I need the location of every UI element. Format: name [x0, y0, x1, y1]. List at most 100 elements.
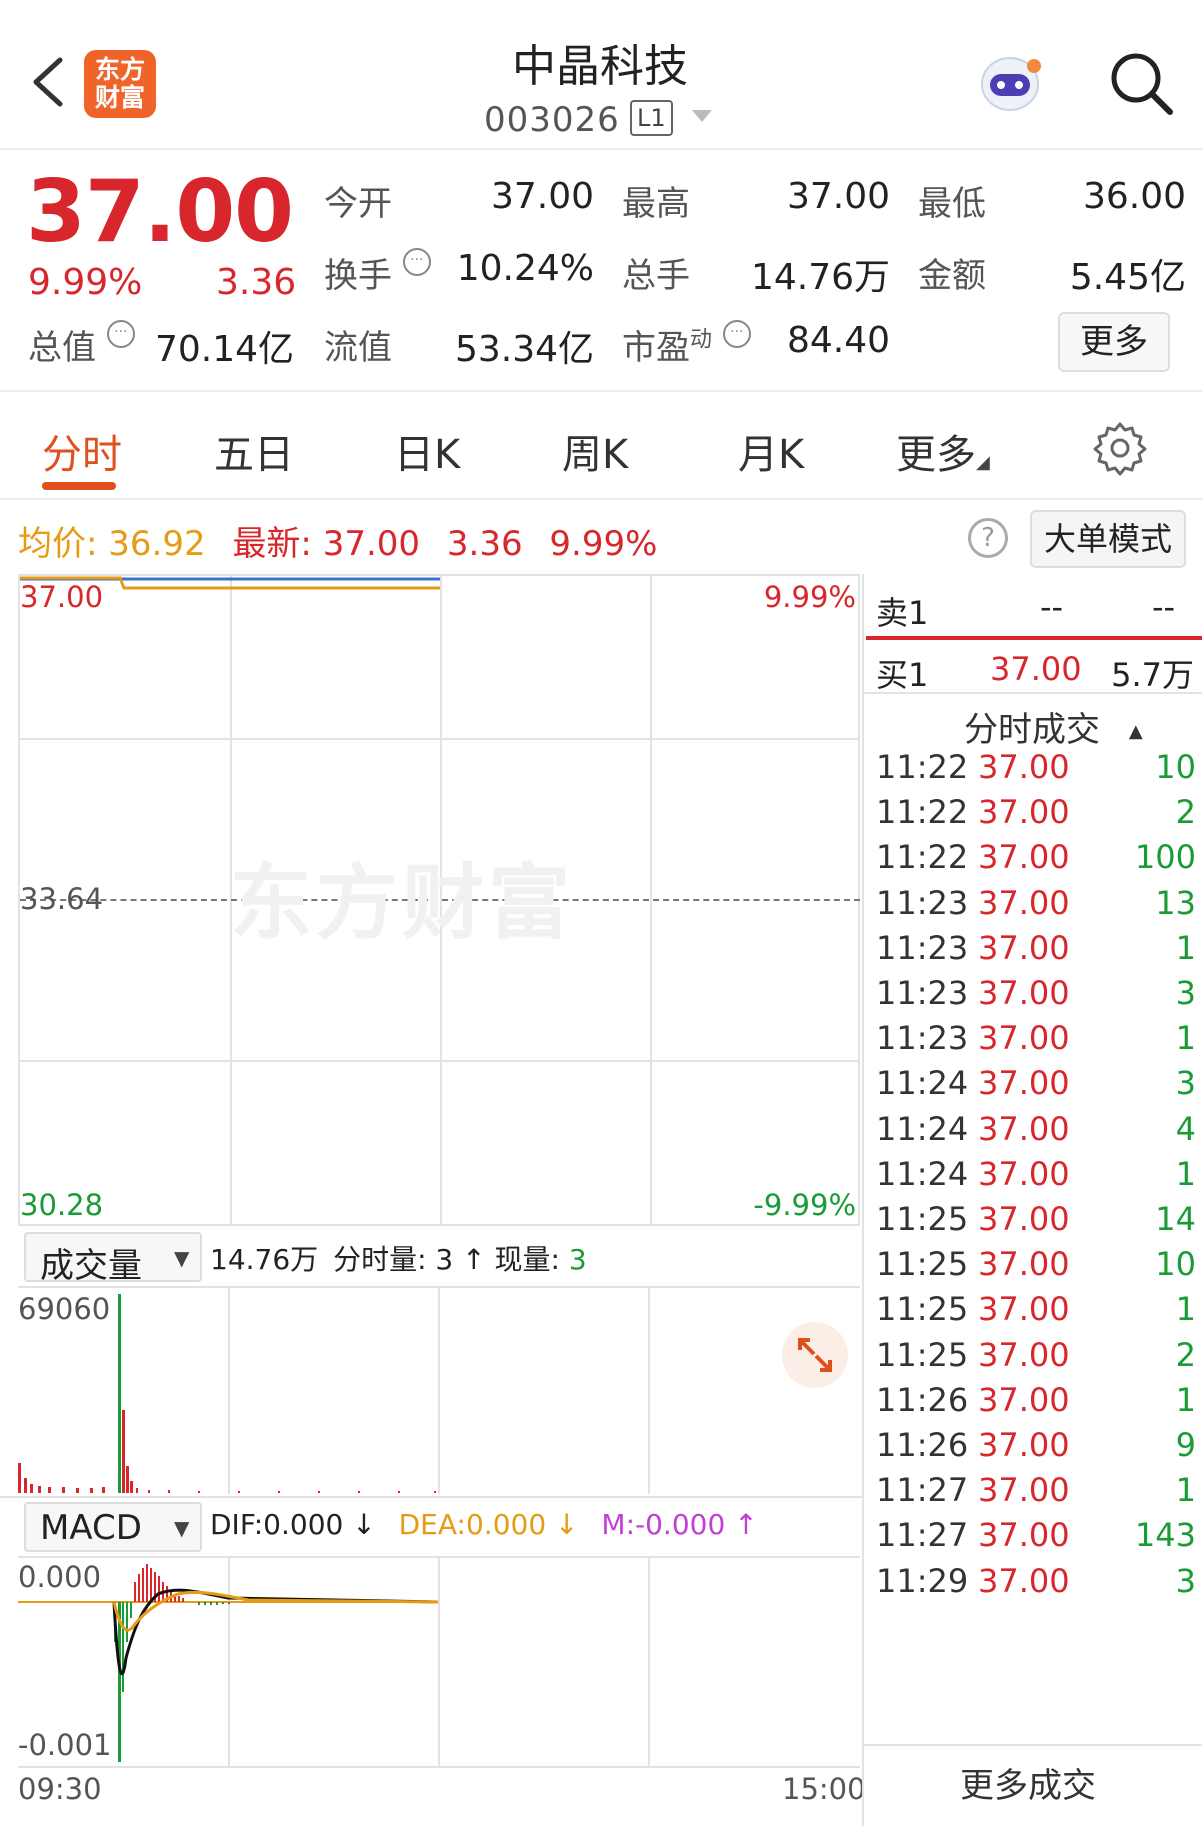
tick-time: 11:27: [876, 1471, 969, 1510]
tick-volume: 14: [1155, 1200, 1196, 1238]
tick-price: 37.00: [978, 1380, 1070, 1419]
macd-m: M:-0.000: [601, 1508, 726, 1541]
search-icon[interactable]: [1106, 48, 1176, 118]
tick-volume: 1: [1175, 1471, 1196, 1510]
volume-bar: [62, 1487, 65, 1493]
latest-value: 37.00: [322, 524, 421, 564]
spread-divider: [866, 636, 1202, 640]
tab-more[interactable]: 更多◢: [896, 422, 990, 480]
latest-label: 最新:: [232, 524, 312, 564]
big-order-mode-button[interactable]: 大单模式: [1030, 510, 1186, 568]
back-arrow-icon[interactable]: [22, 52, 82, 112]
volume-bar: [48, 1487, 51, 1493]
more-trades-button[interactable]: 更多成交: [960, 1758, 1096, 1807]
volume-bar: [30, 1484, 33, 1493]
tick-row: 11:25 37.00 1: [864, 1290, 1202, 1334]
volume-chart[interactable]: 69060: [18, 1286, 860, 1496]
down-arrow-icon: ↓: [352, 1508, 376, 1541]
order-book-panel: 卖1 -- -- 买1 37.00 5.7万 分时成交 ▲ 11:22 37.00…: [864, 574, 1202, 1826]
pe-dynamic-sup: 动: [690, 327, 713, 353]
divider: [0, 1496, 862, 1498]
tick-price: 37.00: [978, 1245, 1070, 1284]
macd-lines: [18, 1564, 439, 1762]
current-price: 37.00: [26, 162, 294, 262]
tick-row: 11:29 37.00 3: [864, 1562, 1202, 1606]
tick-time: 11:24: [876, 1154, 969, 1193]
avg-latest-line: 均价: 36.92 最新: 37.00 3.36 9.99%: [18, 516, 657, 565]
sell1-price: --: [1040, 588, 1064, 626]
ticks-header[interactable]: 分时成交 ▲: [964, 702, 1143, 751]
volume-bar: [118, 1294, 121, 1493]
tab-daily-k[interactable]: 日K: [394, 422, 460, 480]
y-axis-mid-price: 33.64: [20, 882, 104, 916]
tick-row: 11:24 37.00 1: [864, 1155, 1202, 1199]
volume-indicator-select[interactable]: 成交量 ▼: [24, 1232, 202, 1286]
down-arrow-icon: ↓: [555, 1508, 579, 1541]
y-axis-top-price: 37.00: [20, 580, 104, 614]
volume-select-label: 成交量: [40, 1246, 142, 1286]
quote-summary: 37.00 9.99% 3.36 今开 37.00 最高 37.00 最低 36…: [0, 152, 1202, 392]
y-axis-bottom-pct: -9.99%: [753, 1188, 856, 1222]
price-lines: [20, 576, 440, 590]
more-quote-button[interactable]: 更多: [1058, 312, 1170, 372]
tab-more-label: 更多: [896, 432, 976, 478]
tick-row: 11:27 37.00 143: [864, 1516, 1202, 1560]
volume-bar: [278, 1491, 280, 1493]
period-tabs: 分时 五日 日K 周K 月K 更多◢: [0, 400, 1202, 500]
tick-time: 11:22: [876, 748, 969, 786]
open-label: 今开: [324, 184, 392, 224]
expand-arrows-icon: [798, 1338, 832, 1372]
volume-bar: [122, 1410, 125, 1493]
volume-bar: [398, 1491, 400, 1493]
tick-volume: 1: [1175, 1290, 1196, 1329]
intraday-price-chart[interactable]: 东方财富 37.00 9.99% 33.64 30.28 -9.99%: [18, 574, 860, 1226]
tick-volume: 1: [1175, 928, 1196, 967]
tab-five-day[interactable]: 五日: [214, 422, 294, 480]
total-mv-label: 总值 ···: [28, 320, 135, 369]
macd-dif: DIF:0.000: [210, 1508, 344, 1541]
time-axis-end: 15:00: [782, 1772, 866, 1806]
ticks-header-label: 分时成交: [964, 710, 1100, 750]
tick-price: 37.00: [978, 883, 1070, 922]
fullscreen-expand-button[interactable]: [782, 1322, 848, 1388]
tick-row: 11:22 37.00 10: [864, 748, 1202, 792]
volume-bar: [76, 1488, 79, 1493]
low-value: 36.00: [1082, 176, 1186, 217]
volume-bar: [238, 1491, 240, 1493]
volume-bar: [198, 1491, 200, 1493]
tick-price: 37.00: [978, 974, 1070, 1012]
volume-bar: [126, 1466, 129, 1493]
tick-row: 11:22 37.00 2: [864, 793, 1202, 837]
time-axis-start: 09:30: [18, 1772, 102, 1806]
macd-stats: DIF:0.000 ↓ DEA:0.000 ↓ M:-0.000 ↑: [210, 1508, 758, 1541]
macd-chart[interactable]: 0.000 -0.001: [18, 1556, 860, 1768]
amount-label: 金额: [918, 256, 986, 296]
tab-weekly-k[interactable]: 周K: [562, 422, 628, 480]
chevron-down-icon: ▼: [174, 1516, 190, 1540]
volume-bar: [136, 1488, 138, 1493]
settings-gear-icon[interactable]: [1092, 420, 1148, 476]
high-label: 最高: [622, 184, 690, 224]
tick-volume: 10: [1155, 1245, 1196, 1284]
robot-assistant-icon[interactable]: [970, 48, 1050, 118]
volume-bar: [358, 1491, 360, 1493]
turnover-info-icon[interactable]: ···: [402, 248, 431, 276]
stock-name[interactable]: 中晶科技: [400, 30, 800, 94]
price-info-row: 均价: 36.92 最新: 37.00 3.36 9.99%: [0, 502, 1202, 572]
tick-time: 11:25: [876, 1290, 969, 1329]
volume-bar: [24, 1478, 27, 1493]
help-icon[interactable]: ?: [968, 518, 1008, 558]
macd-indicator-select[interactable]: MACD ▼: [24, 1502, 202, 1552]
tab-monthly-k[interactable]: 月K: [738, 422, 804, 480]
tab-intraday[interactable]: 分时: [42, 422, 122, 480]
tick-time: 11:23: [876, 928, 969, 967]
stock-switch-dropdown-icon[interactable]: [692, 110, 712, 122]
tick-row: 11:27 37.00 1: [864, 1471, 1202, 1515]
macd-select-label: MACD: [40, 1508, 142, 1548]
macd-bars-down: [114, 1602, 230, 1762]
tick-row: 11:26 37.00 1: [864, 1381, 1202, 1425]
latest-change: 3.36: [446, 524, 523, 564]
total-mv-info-icon[interactable]: ···: [106, 320, 135, 348]
tick-volume: 1: [1175, 1154, 1196, 1193]
macd-bars-up: [134, 1564, 184, 1602]
